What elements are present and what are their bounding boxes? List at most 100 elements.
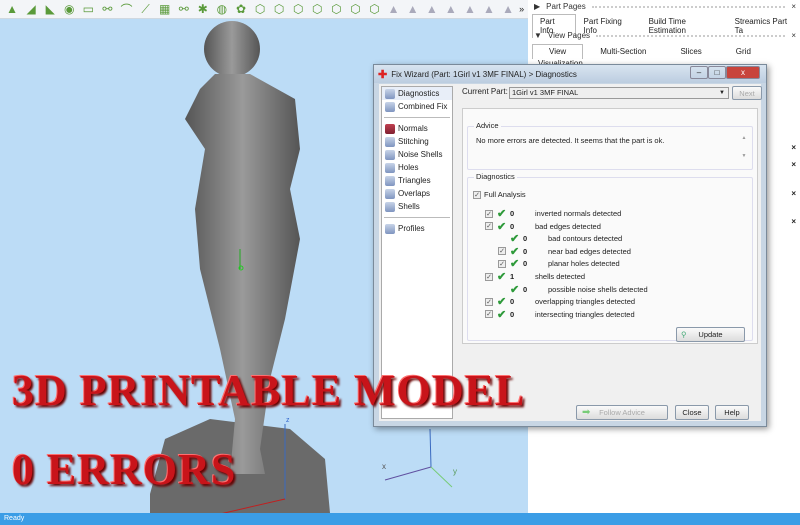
close-button[interactable]: Close bbox=[675, 405, 709, 420]
close-icon[interactable]: × bbox=[791, 217, 796, 226]
check-icon: ✔ bbox=[510, 258, 520, 271]
diagnostic-row: ✓ ✔ 0 overlapping triangles detected bbox=[485, 296, 635, 309]
status-bar: Ready bbox=[0, 513, 800, 525]
current-part-select[interactable]: 1Girl v1 3MF FINAL ▼ bbox=[509, 87, 729, 99]
full-analysis-label: Full Analysis bbox=[484, 190, 526, 199]
close-icon[interactable]: × bbox=[791, 31, 796, 40]
nav-label: Diagnostics bbox=[398, 89, 440, 98]
shell-tool-icon[interactable]: ◣ bbox=[42, 2, 58, 17]
triangle-tool-6-icon[interactable]: ▲ bbox=[481, 2, 497, 17]
row-checkbox[interactable]: ✓ bbox=[485, 209, 493, 218]
nav-item-overlaps[interactable]: Overlaps bbox=[382, 187, 452, 200]
row-count: 0 bbox=[510, 297, 515, 307]
close-icon[interactable]: × bbox=[791, 160, 796, 169]
diagnostic-row: ✓✔0possible noise shells detected bbox=[498, 283, 648, 296]
nav-item-combined-fix[interactable]: Combined Fix bbox=[382, 100, 452, 113]
axis-z-label: z bbox=[286, 417, 290, 424]
nav-item-noise-shells[interactable]: Noise Shells bbox=[382, 148, 452, 161]
nav-item-holes[interactable]: Holes bbox=[382, 161, 452, 174]
triangle-tool-4-icon[interactable]: ▲ bbox=[443, 2, 459, 17]
row-count: 0 bbox=[523, 259, 528, 269]
check-icon: ✔ bbox=[510, 283, 520, 296]
leaf-tool-icon[interactable]: ✿ bbox=[233, 2, 249, 17]
axis-small-z bbox=[429, 428, 432, 468]
row-checkbox[interactable]: ✓ bbox=[485, 272, 493, 281]
advice-scrollbar[interactable]: ▲ ▼ bbox=[740, 135, 748, 165]
diagnostics-icon bbox=[385, 88, 395, 99]
help-button[interactable]: Help bbox=[715, 405, 749, 420]
rect-tool-icon[interactable]: ▭ bbox=[80, 2, 96, 17]
nav-label: Normals bbox=[398, 124, 428, 133]
diagnostic-row: ✓ ✔ 0 near bad edges detected bbox=[498, 246, 631, 258]
nav-item-triangles[interactable]: Triangles bbox=[382, 174, 452, 187]
nav-label: Combined Fix bbox=[398, 102, 448, 111]
overlay-headline: 3D PRINTABLE MODEL bbox=[12, 366, 526, 415]
line-tool-icon[interactable]: ⟋ bbox=[138, 2, 154, 17]
cube-tool-7-icon[interactable]: ⬡ bbox=[366, 2, 382, 17]
nav-item-diagnostics[interactable]: Diagnostics bbox=[382, 87, 452, 100]
cube-tool-5-icon[interactable]: ⬡ bbox=[328, 2, 344, 17]
cube-tool-4-icon[interactable]: ⬡ bbox=[309, 2, 325, 17]
triangle-tool-3-icon[interactable]: ▲ bbox=[424, 2, 440, 17]
statue-head bbox=[204, 21, 260, 77]
row-checkbox[interactable]: ✓ bbox=[498, 259, 506, 268]
cube-tool-2-icon[interactable]: ⬡ bbox=[271, 2, 287, 17]
close-icon[interactable]: × bbox=[791, 2, 796, 11]
check-icon: ✔ bbox=[510, 233, 520, 246]
row-label: bad contours detected bbox=[548, 234, 623, 244]
current-part-label: Current Part: bbox=[462, 87, 508, 96]
nav-item-stitching[interactable]: Stitching bbox=[382, 135, 452, 148]
nav-item-normals[interactable]: Normals bbox=[382, 122, 452, 135]
more-tools-button[interactable]: » bbox=[519, 4, 524, 14]
diagnostics-panel: Advice No more errors are detected. It s… bbox=[462, 108, 758, 344]
close-icon[interactable]: × bbox=[791, 143, 796, 152]
close-window-button[interactable]: x bbox=[726, 66, 760, 79]
check-icon: ✔ bbox=[497, 271, 507, 283]
row-checkbox[interactable]: ✓ bbox=[485, 297, 493, 306]
part-tool-icon[interactable]: ▲ bbox=[4, 2, 20, 17]
row-label: near bad edges detected bbox=[548, 246, 631, 256]
row-label: intersecting triangles detected bbox=[535, 309, 635, 319]
maximize-button[interactable]: □ bbox=[708, 66, 726, 79]
next-button[interactable]: Next bbox=[732, 86, 762, 100]
update-button[interactable]: ⚲ Update bbox=[676, 327, 745, 342]
cube-tool-6-icon[interactable]: ⬡ bbox=[347, 2, 363, 17]
fix-wizard-icon: ✚ bbox=[378, 68, 388, 81]
wheel-tool-icon[interactable]: ◍ bbox=[214, 2, 230, 17]
check-icon: ✔ bbox=[497, 308, 507, 321]
row-count: 0 bbox=[523, 284, 528, 294]
row-checkbox[interactable]: ✓ bbox=[485, 310, 493, 319]
cube-tool-3-icon[interactable]: ⬡ bbox=[290, 2, 306, 17]
cube-tool-1-icon[interactable]: ⬡ bbox=[252, 2, 268, 17]
row-count: 0 bbox=[523, 234, 528, 244]
nav-item-profiles[interactable]: Profiles bbox=[382, 222, 452, 235]
row-checkbox[interactable]: ✓ bbox=[498, 247, 506, 256]
nav-label: Stitching bbox=[398, 137, 429, 146]
chevron-down-icon: ▼ bbox=[719, 90, 725, 96]
surface-tool-icon[interactable]: ◢ bbox=[23, 2, 39, 17]
triangle-tool-5-icon[interactable]: ▲ bbox=[462, 2, 478, 17]
curve-tool-icon[interactable]: ⌒ bbox=[118, 2, 134, 17]
overlay-subheadline: 0 ERRORS bbox=[12, 445, 237, 494]
view-tab-3[interactable]: Grid bbox=[719, 44, 768, 59]
full-analysis-checkbox[interactable]: ✓ Full Analysis bbox=[473, 189, 526, 200]
link-tool-icon[interactable]: ⚯ bbox=[99, 2, 115, 17]
node-tool-icon[interactable]: ⚯ bbox=[176, 2, 192, 17]
close-icon[interactable]: × bbox=[791, 189, 796, 198]
part-pages-header[interactable]: ▶ Part Pages × bbox=[528, 0, 800, 13]
view-tab-0[interactable]: View bbox=[532, 44, 584, 59]
row-checkbox[interactable]: ✓ bbox=[485, 222, 493, 231]
triangle-tool-7-icon[interactable]: ▲ bbox=[500, 2, 516, 17]
nav-item-shells[interactable]: Shells bbox=[382, 200, 452, 213]
sphere-tool-icon[interactable]: ◉ bbox=[61, 2, 77, 17]
check-icon: ✔ bbox=[497, 296, 507, 309]
view-tab-1[interactable]: Multi-Section bbox=[583, 44, 663, 59]
triangle-tool-2-icon[interactable]: ▲ bbox=[405, 2, 421, 17]
view-tab-2[interactable]: Slices bbox=[663, 44, 718, 59]
follow-advice-button[interactable]: ➡ Follow Advice bbox=[576, 405, 668, 420]
minimize-button[interactable]: – bbox=[690, 66, 708, 79]
triangle-tool-1-icon[interactable]: ▲ bbox=[386, 2, 402, 17]
mesh-tool-icon[interactable]: ▦ bbox=[157, 2, 173, 17]
star-tool-icon[interactable]: ✱ bbox=[195, 2, 211, 17]
view-pages-header[interactable]: ▼ View Pages × bbox=[528, 29, 800, 42]
